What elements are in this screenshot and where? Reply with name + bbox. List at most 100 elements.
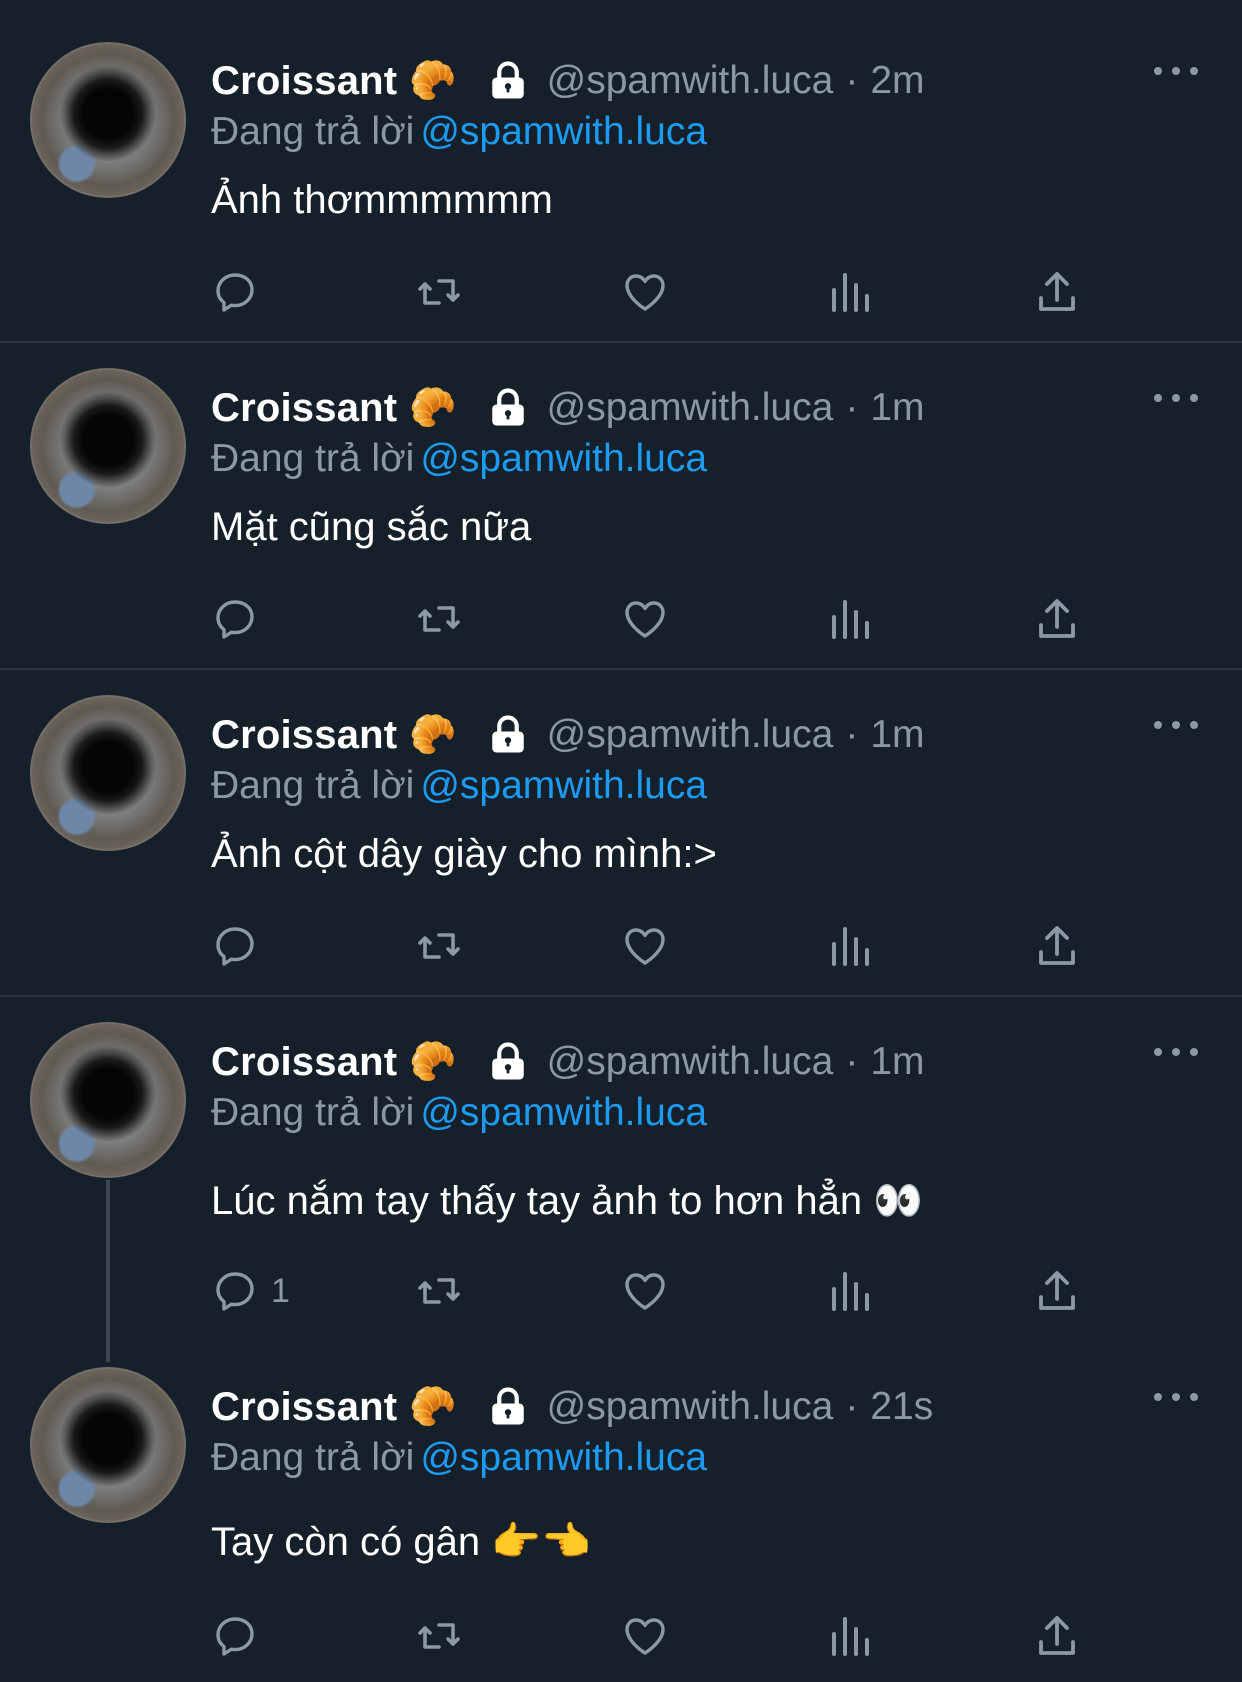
tweet-text: Ảnh cột dây giày cho mình:> [211, 832, 717, 876]
share-button[interactable] [1033, 262, 1081, 322]
avatar[interactable] [30, 42, 186, 198]
more-icon[interactable] [1154, 383, 1198, 413]
separator-dot: · [845, 713, 859, 756]
avatar[interactable] [30, 695, 186, 851]
timestamp[interactable]: 1m [870, 713, 924, 757]
reply-button[interactable] [211, 1606, 271, 1666]
action-bar [211, 589, 1091, 649]
like-button[interactable] [621, 916, 669, 976]
share-icon [1039, 1271, 1075, 1310]
share-button[interactable] [1033, 589, 1081, 649]
retweet-button[interactable] [415, 262, 463, 322]
separator-dot: · [845, 1040, 859, 1083]
user-handle[interactable]: @spamwith.luca [547, 59, 834, 103]
views-icon [832, 1272, 869, 1311]
share-icon [1039, 599, 1075, 638]
replying-label: Đang trả lời [211, 437, 415, 480]
mention-link[interactable]: @spamwith.luca [420, 1436, 707, 1479]
mention-link[interactable]: @spamwith.luca [420, 1091, 707, 1134]
views-button[interactable] [826, 589, 874, 649]
reply-button[interactable] [211, 589, 271, 649]
separator-dot: · [845, 1385, 859, 1428]
tweet-text: Mặt cũng sắc nữa [211, 505, 532, 549]
mention-link[interactable]: @spamwith.luca [420, 110, 707, 153]
timestamp[interactable]: 1m [870, 1040, 924, 1084]
display-name[interactable]: Croissant [211, 1040, 397, 1085]
mention-link[interactable]: @spamwith.luca [420, 764, 707, 807]
reply-button[interactable] [211, 262, 271, 322]
action-bar [211, 1606, 1091, 1666]
views-icon [832, 1617, 869, 1656]
reply-button[interactable]: 1 [211, 1261, 290, 1321]
croissant-icon: 🥐 [409, 1041, 457, 1083]
retweet-icon [418, 606, 460, 632]
views-button[interactable] [826, 916, 874, 976]
reply-icon [216, 927, 254, 966]
like-button[interactable] [621, 589, 669, 649]
tweet-item[interactable]: Croissant 🥐 @spamwith.luca · 21s Đang tr… [0, 1342, 1242, 1682]
reply-button[interactable] [211, 916, 271, 976]
replying-label: Đang trả lời [211, 110, 415, 153]
tweet-header: Croissant 🥐 @spamwith.luca · 2m [211, 56, 925, 106]
tweet-item[interactable]: Croissant 🥐 @spamwith.luca · 1m Đang trả… [0, 343, 1242, 670]
share-icon [1039, 1616, 1075, 1655]
tweet-header: Croissant 🥐 @spamwith.luca · 1m [211, 710, 925, 760]
croissant-icon: 🥐 [409, 1386, 457, 1428]
lock-icon [491, 388, 524, 426]
user-handle[interactable]: @spamwith.luca [547, 1385, 834, 1429]
retweet-button[interactable] [415, 916, 463, 976]
reply-icon [216, 600, 254, 639]
lock-icon [491, 1387, 524, 1425]
replying-to: Đang trả lời @spamwith.luca [211, 1091, 707, 1135]
separator-dot: · [845, 59, 859, 102]
reply-icon [216, 1617, 254, 1656]
avatar[interactable] [30, 1022, 186, 1178]
like-button[interactable] [621, 1261, 669, 1321]
heart-icon [625, 1273, 665, 1310]
views-button[interactable] [826, 1606, 874, 1666]
display-name[interactable]: Croissant [211, 713, 397, 758]
display-name[interactable]: Croissant [211, 1385, 397, 1430]
user-handle[interactable]: @spamwith.luca [547, 713, 834, 757]
views-icon [832, 273, 869, 312]
more-icon[interactable] [1154, 1382, 1198, 1412]
timestamp[interactable]: 1m [870, 386, 924, 430]
more-icon[interactable] [1154, 56, 1198, 86]
tweet-header: Croissant 🥐 @spamwith.luca · 21s [211, 1382, 933, 1432]
mention-link[interactable]: @spamwith.luca [420, 437, 707, 480]
retweet-button[interactable] [415, 1261, 463, 1321]
views-button[interactable] [826, 262, 874, 322]
reply-icon [216, 273, 254, 312]
croissant-icon: 🥐 [409, 60, 457, 102]
share-button[interactable] [1033, 1261, 1081, 1321]
replying-to: Đang trả lời @spamwith.luca [211, 110, 707, 154]
tweet-header: Croissant 🥐 @spamwith.luca · 1m [211, 383, 925, 433]
timestamp[interactable]: 21s [870, 1385, 933, 1429]
user-handle[interactable]: @spamwith.luca [547, 386, 834, 430]
timestamp[interactable]: 2m [870, 59, 924, 103]
croissant-icon: 🥐 [409, 714, 457, 756]
avatar[interactable] [30, 368, 186, 524]
heart-icon [625, 601, 665, 638]
action-bar: 1 [211, 1261, 1091, 1321]
like-button[interactable] [621, 262, 669, 322]
share-button[interactable] [1033, 1606, 1081, 1666]
retweet-button[interactable] [415, 589, 463, 649]
heart-icon [625, 274, 665, 311]
display-name[interactable]: Croissant [211, 386, 397, 431]
tweet-item[interactable]: Croissant 🥐 @spamwith.luca · 2m Đang trả… [0, 0, 1242, 343]
retweet-button[interactable] [415, 1606, 463, 1666]
more-icon[interactable] [1154, 1037, 1198, 1067]
reply-count: 1 [271, 1271, 290, 1310]
like-button[interactable] [621, 1606, 669, 1666]
share-button[interactable] [1033, 916, 1081, 976]
avatar[interactable] [30, 1367, 186, 1523]
display-name[interactable]: Croissant [211, 59, 397, 104]
replying-to: Đang trả lời @spamwith.luca [211, 764, 707, 808]
tweet-item[interactable]: Croissant 🥐 @spamwith.luca · 1m Đang trả… [0, 670, 1242, 997]
views-button[interactable] [826, 1261, 874, 1321]
user-handle[interactable]: @spamwith.luca [547, 1040, 834, 1084]
heart-icon [625, 1618, 665, 1655]
tweet-item[interactable]: Croissant 🥐 @spamwith.luca · 1m Đang trả… [0, 997, 1242, 1342]
more-icon[interactable] [1154, 710, 1198, 740]
